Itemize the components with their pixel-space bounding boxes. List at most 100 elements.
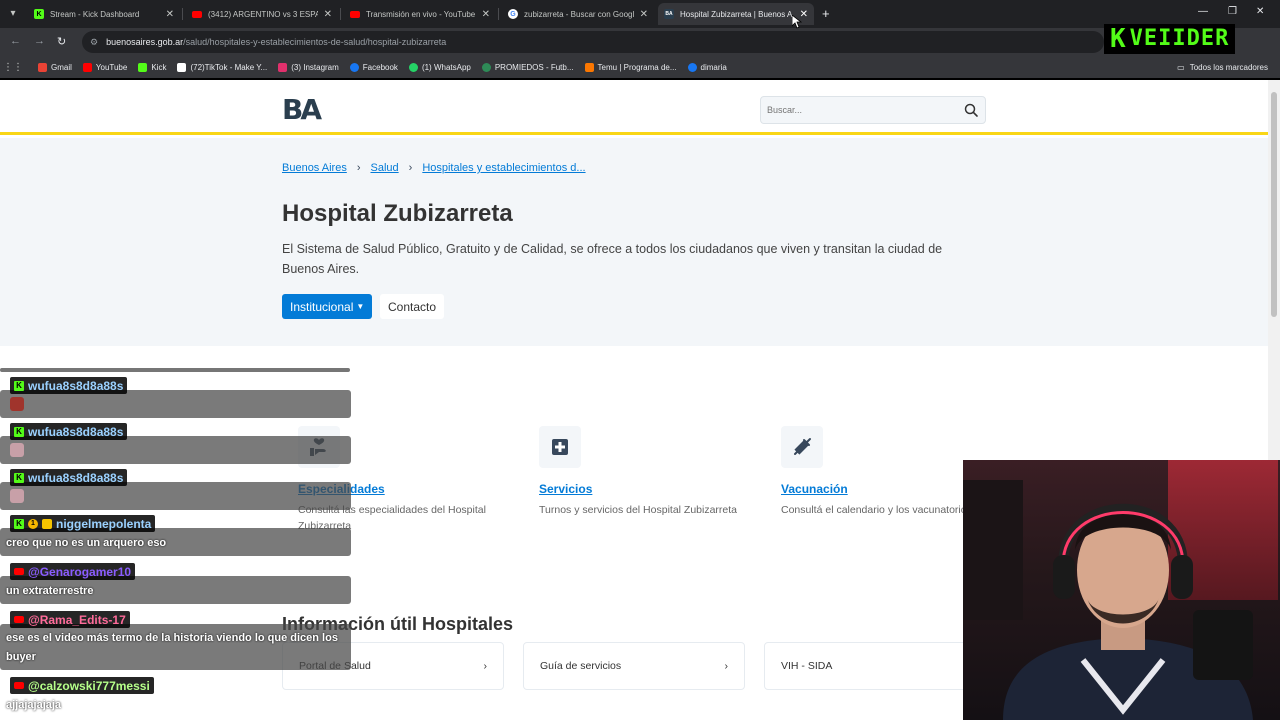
chevron-right-icon: › <box>724 660 729 672</box>
new-tab-icon[interactable]: + <box>822 6 830 21</box>
kick-badge-icon: K <box>14 472 24 483</box>
bookmark-gmail[interactable]: Gmail <box>38 62 72 72</box>
site-search[interactable] <box>760 96 986 124</box>
google-icon: G <box>508 9 518 19</box>
forward-icon[interactable]: → <box>34 35 45 47</box>
chat-username: K wufua8s8d8a88s <box>10 377 128 394</box>
close-tab-icon[interactable]: ✕ <box>324 9 332 20</box>
link-label: VIH - SIDA <box>781 660 833 672</box>
bookmark-youtube[interactable]: YouTube <box>82 62 128 72</box>
back-icon[interactable]: ← <box>10 35 21 47</box>
link-vih-sida[interactable]: VIH - SIDA › <box>764 642 986 690</box>
emote-icon <box>10 443 24 457</box>
search-icon[interactable] <box>963 102 979 118</box>
temu-icon <box>584 62 594 72</box>
caret-down-icon: ▼ <box>356 302 365 311</box>
apps-icon[interactable]: ⋮⋮ <box>0 62 26 73</box>
breadcrumb-buenos-aires[interactable]: Buenos Aires <box>282 162 347 174</box>
kick-badge-icon: K <box>14 380 24 391</box>
card-description: Turnos y servicios del Hospital Zubizarr… <box>539 504 738 516</box>
bookmark-kick[interactable]: Kick <box>138 62 167 72</box>
whatsapp-icon <box>408 62 418 72</box>
tab-title: zubizarreta - Buscar con Google <box>524 9 634 19</box>
tab-google-search[interactable]: G zubizarreta - Buscar con Google ✕ <box>502 3 654 25</box>
breadcrumb-hospitales[interactable]: Hospitales y establecimientos d... <box>422 162 585 174</box>
bookmark-tiktok[interactable]: (72)TikTok - Make Y... <box>177 62 268 72</box>
username-text: niggelmepolenta <box>56 516 152 531</box>
tab-search-icon[interactable]: ▾ <box>6 7 20 21</box>
all-bookmarks-label: Todos los marcadores <box>1189 62 1268 72</box>
bookmark-facebook[interactable]: Facebook <box>349 62 398 72</box>
breadcrumb-salud[interactable]: Salud <box>371 162 399 174</box>
bookmark-label: dimaria <box>700 62 727 72</box>
chevron-right-icon: › <box>483 660 488 672</box>
bookmark-dimaria[interactable]: dimaria <box>687 62 727 72</box>
card-vacunacion[interactable]: Vacunación Consultá el calendario y los … <box>781 426 981 518</box>
card-title[interactable]: Vacunación <box>781 482 981 496</box>
card-servicios[interactable]: Servicios Turnos y servicios del Hospita… <box>539 426 739 518</box>
bookmark-instagram[interactable]: (3) Instagram <box>278 62 339 72</box>
chat-divider <box>0 368 350 372</box>
tab-youtube-studio[interactable]: Transmisión en vivo - YouTube Stu ✕ <box>344 3 496 25</box>
chat-username: @calzowski777messi <box>10 677 154 694</box>
bookmark-whatsapp[interactable]: (1) WhatsApp <box>408 62 471 72</box>
card-title[interactable]: Servicios <box>539 482 739 496</box>
bookmark-label: YouTube <box>95 62 128 72</box>
bookmark-promiedos[interactable]: PROMIEDOS - Futb... <box>481 62 574 72</box>
medical-cross-icon <box>539 426 581 468</box>
restore-icon[interactable]: ❐ <box>1228 6 1237 17</box>
gift-badge-icon <box>42 518 52 529</box>
chat-message-text: creo que no es un arquero eso <box>6 537 167 549</box>
bookmark-label: Gmail <box>51 62 72 72</box>
username-text: @Rama_Edits-17 <box>28 612 126 627</box>
tab-bar: ▾ K Stream - Kick Dashboard ✕ (3412) ARG… <box>0 0 1280 28</box>
link-guia-de-servicios[interactable]: Guía de servicios › <box>523 642 745 690</box>
close-tab-icon[interactable]: ✕ <box>482 9 490 20</box>
close-window-icon[interactable]: ✕ <box>1256 6 1264 17</box>
url-path: /salud/hospitales-y-establecimientos-de-… <box>183 37 447 47</box>
tab-hospital-zubizarreta[interactable]: BA Hospital Zubizarreta | Buenos A ✕ <box>658 3 814 25</box>
institucional-dropdown-button[interactable]: Institucional ▼ <box>282 294 373 319</box>
bookmark-temu[interactable]: Temu | Programa de... <box>584 62 677 72</box>
tiktok-icon <box>177 62 187 72</box>
contacto-button[interactable]: Contacto <box>380 294 445 319</box>
site-info-icon[interactable]: ⚙ <box>90 37 98 48</box>
tab-youtube-video[interactable]: (3412) ARGENTINO vs 3 ESPAÑOLES ✕ <box>186 3 338 25</box>
bookmarks-bar: ⋮⋮ Gmail YouTube Kick (72)TikTok - Make … <box>0 56 1280 78</box>
tab-kick-dashboard[interactable]: K Stream - Kick Dashboard ✕ <box>28 3 180 25</box>
folder-icon: ▭ <box>1177 62 1185 72</box>
search-input[interactable] <box>767 105 937 115</box>
reload-icon[interactable]: ↻ <box>57 35 66 48</box>
ba-logo[interactable]: BA <box>282 96 322 124</box>
bookmark-label: PROMIEDOS - Futb... <box>494 62 574 72</box>
youtube-icon <box>350 10 360 18</box>
kick-icon <box>138 62 148 72</box>
chevron-right-icon: › <box>356 162 361 174</box>
tab-title: Hospital Zubizarreta | Buenos A <box>680 9 793 19</box>
chat-username: K 1 niggelmepolenta <box>10 515 156 532</box>
page-title: Hospital Zubizarreta <box>282 200 513 227</box>
scrollbar-thumb[interactable] <box>1271 92 1277 317</box>
chat-message-text: un extraterrestre <box>6 585 94 597</box>
syringe-icon <box>781 426 823 468</box>
username-text: wufua8s8d8a88s <box>28 378 124 393</box>
chat-message <box>0 436 351 464</box>
site-header: BA <box>0 80 1268 135</box>
username-text: wufua8s8d8a88s <box>28 424 124 439</box>
stream-chat-overlay: K wufua8s8d8a88s K wufua8s8d8a88s K wufu… <box>0 360 360 720</box>
chat-message-text: ese es el video más termo de la historia… <box>6 632 338 663</box>
bookmark-label: Kick <box>151 62 167 72</box>
chat-username: @Rama_Edits-17 <box>10 611 130 628</box>
all-bookmarks[interactable]: ▭ Todos los marcadores <box>1177 63 1268 72</box>
address-bar[interactable]: ⚙ buenosaires.gob.ar/salud/hospitales-y-… <box>82 31 1104 53</box>
tab-title: (3412) ARGENTINO vs 3 ESPAÑOLES <box>208 9 318 19</box>
bookmark-label: (72)TikTok - Make Y... <box>190 62 268 72</box>
close-tab-icon[interactable]: ✕ <box>166 9 174 20</box>
close-tab-icon[interactable]: ✕ <box>640 9 648 20</box>
kick-icon: K <box>34 9 44 19</box>
username-text: @Genarogamer10 <box>28 564 132 579</box>
streamer-silhouette <box>1003 503 1253 720</box>
tab-title: Stream - Kick Dashboard <box>50 9 140 19</box>
minimize-icon[interactable]: — <box>1198 6 1208 17</box>
mouse-cursor-icon <box>792 15 802 29</box>
